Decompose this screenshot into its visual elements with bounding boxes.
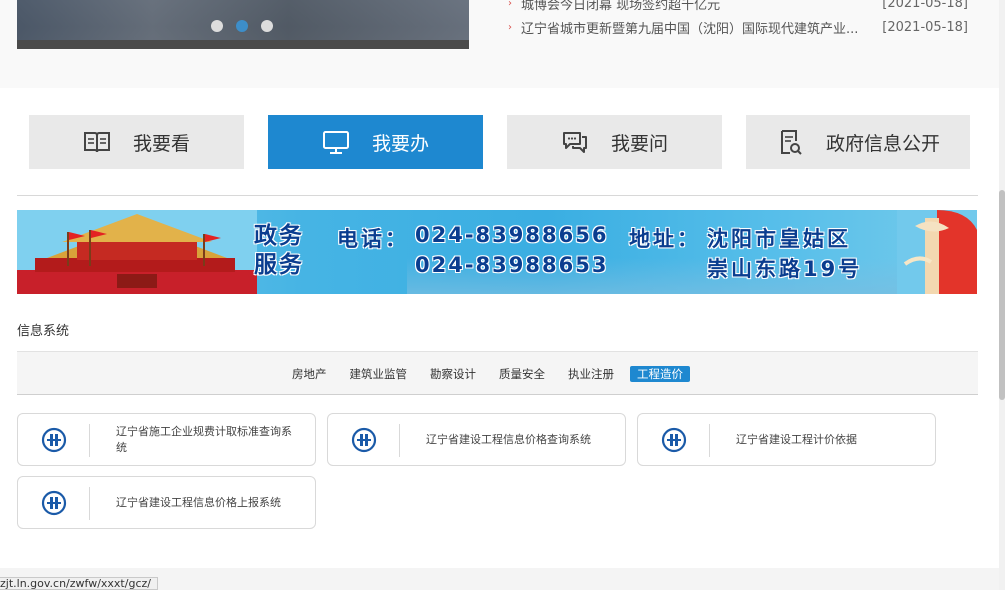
info-systems-title: 信息系统 — [17, 324, 70, 339]
carousel-dot-3[interactable] — [261, 20, 273, 32]
info-systems-tabs: 房地产 建筑业监管 勘察设计 质量安全 执业注册 工程造价 — [285, 366, 699, 382]
info-systems-tab-bar: 房地产 建筑业监管 勘察设计 质量安全 执业注册 工程造价 — [17, 351, 978, 395]
carousel-dot-2[interactable] — [236, 20, 248, 32]
news-list: › 城博会今日闭幕 现场签约超千亿元 [2021-05-18] › 辽宁省城市更… — [508, 0, 968, 39]
banner-service-label: 政务服务 — [254, 223, 304, 278]
section-divider — [17, 195, 978, 196]
tab-real-estate[interactable]: 房地产 — [285, 366, 334, 382]
carousel-caption-strip — [17, 40, 469, 49]
tab-practice-registration[interactable]: 执业注册 — [561, 366, 621, 382]
want-to-handle-button[interactable]: 我要办 — [268, 115, 483, 169]
huabiao-pillar-image — [897, 210, 977, 294]
quick-access-buttons: 我要看 我要办 我要问 政府信息公开 — [29, 115, 971, 169]
card-separator — [399, 424, 400, 457]
chat-icon — [562, 132, 587, 153]
button-label: 我要看 — [132, 132, 190, 155]
tab-construction-supervision[interactable]: 建筑业监管 — [343, 366, 415, 382]
page-scrollbar[interactable] — [999, 0, 1005, 590]
image-carousel[interactable] — [17, 0, 469, 49]
bullet-arrow-icon: › — [508, 21, 512, 33]
monitor-icon — [322, 131, 349, 154]
status-bar-url: zjt.ln.gov.cn/zwfw/xxxt/gcz/ — [0, 577, 158, 590]
page: › 城博会今日闭幕 现场签约超千亿元 [2021-05-18] › 辽宁省城市更… — [0, 0, 1005, 590]
news-title[interactable]: 辽宁省城市更新暨第九届中国（沈阳）国际现代建筑产业... — [521, 18, 878, 37]
system-card[interactable]: 辽宁省建设工程信息价格上报系统 — [17, 476, 316, 529]
tiananmen-image — [17, 210, 257, 294]
card-separator — [709, 424, 710, 457]
top-news-area: › 城博会今日闭幕 现场签约超千亿元 [2021-05-18] › 辽宁省城市更… — [0, 0, 1005, 88]
system-logo-icon — [351, 427, 377, 453]
scrollbar-thumb[interactable] — [999, 190, 1005, 400]
button-label: 政府信息公开 — [825, 132, 940, 155]
button-label: 我要问 — [610, 132, 668, 155]
book-icon — [83, 132, 110, 153]
banner-phone-1: 024-83988656 — [415, 223, 609, 247]
service-hotline-banner[interactable]: 政务服务 电话： 024-83988656 024-83988653 地址： 沈… — [17, 210, 977, 294]
news-title[interactable]: 城博会今日闭幕 现场签约超千亿元 — [521, 0, 878, 13]
card-separator — [89, 424, 90, 457]
system-card-label: 辽宁省施工企业规费计取标准查询系统 — [116, 424, 292, 454]
button-label: 我要办 — [371, 132, 429, 155]
tab-survey-design[interactable]: 勘察设计 — [423, 366, 483, 382]
banner-phone-2: 024-83988653 — [415, 253, 609, 277]
news-item[interactable]: › 辽宁省城市更新暨第九届中国（沈阳）国际现代建筑产业... [2021-05-… — [508, 15, 968, 39]
system-card[interactable]: 辽宁省建设工程计价依据 — [637, 413, 936, 466]
want-to-read-button[interactable]: 我要看 — [29, 115, 244, 169]
banner-phone-label: 电话： — [337, 227, 409, 251]
card-separator — [89, 487, 90, 520]
system-logo-icon — [41, 427, 67, 453]
banner-address-line-1: 沈阳市皇姑区 — [707, 227, 851, 251]
system-card-label: 辽宁省建设工程信息价格查询系统 — [426, 432, 591, 446]
document-icon — [780, 130, 802, 155]
want-to-ask-button[interactable]: 我要问 — [507, 115, 722, 169]
system-card[interactable]: 辽宁省建设工程信息价格查询系统 — [327, 413, 626, 466]
main-content: 我要看 我要办 我要问 政府信息公开 政务服务 电话： 024-83988656… — [0, 88, 1005, 568]
system-card[interactable]: 辽宁省施工企业规费计取标准查询系统 — [17, 413, 316, 466]
banner-address-label: 地址： — [629, 227, 701, 251]
system-card-label: 辽宁省建设工程信息价格上报系统 — [116, 495, 281, 509]
banner-address-line-2: 崇山东路19号 — [707, 257, 863, 281]
carousel-dot-1[interactable] — [211, 20, 223, 32]
bullet-arrow-icon: › — [508, 0, 512, 9]
system-card-label: 辽宁省建设工程计价依据 — [736, 432, 857, 446]
news-date: [2021-05-18] — [882, 19, 968, 35]
tab-quality-safety[interactable]: 质量安全 — [492, 366, 552, 382]
news-date: [2021-05-18] — [882, 0, 968, 11]
gov-info-disclosure-button[interactable]: 政府信息公开 — [746, 115, 970, 169]
carousel-dots — [211, 20, 273, 32]
news-item[interactable]: › 城博会今日闭幕 现场签约超千亿元 [2021-05-18] — [508, 0, 968, 15]
system-logo-icon — [41, 490, 67, 516]
tab-engineering-cost[interactable]: 工程造价 — [630, 366, 690, 382]
system-logo-icon — [661, 427, 687, 453]
